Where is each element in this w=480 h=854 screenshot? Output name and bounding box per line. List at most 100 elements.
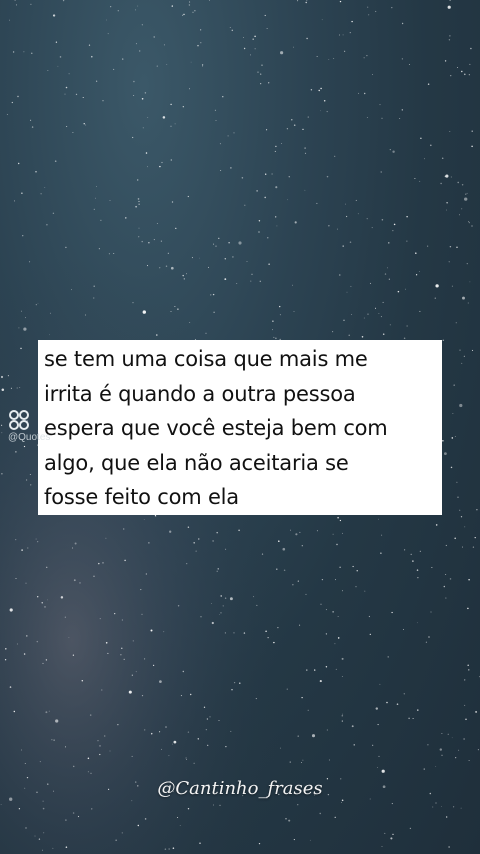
star <box>316 530 318 532</box>
star <box>406 325 408 327</box>
star <box>346 291 348 293</box>
star <box>125 217 127 219</box>
star <box>279 314 281 316</box>
star <box>42 849 43 851</box>
star <box>449 245 452 248</box>
star <box>101 689 103 691</box>
star <box>182 106 184 108</box>
star <box>228 242 230 244</box>
quote-line: fosse feito com ela <box>44 485 239 509</box>
star <box>265 173 267 175</box>
star <box>336 543 338 546</box>
star <box>47 599 48 601</box>
star <box>366 117 368 118</box>
star <box>246 261 248 263</box>
star <box>144 729 146 731</box>
star <box>107 33 109 35</box>
star <box>53 739 55 741</box>
star <box>470 47 472 50</box>
quote-text: se tem uma coisa que mais me irrita é qu… <box>44 342 436 515</box>
star <box>448 39 451 41</box>
star <box>65 819 67 821</box>
star <box>388 278 390 280</box>
star <box>163 44 165 46</box>
star <box>259 280 262 283</box>
star <box>456 481 458 483</box>
star <box>418 271 420 272</box>
star <box>188 4 191 6</box>
star <box>367 6 369 8</box>
star <box>133 94 135 96</box>
star <box>349 241 352 243</box>
star <box>30 484 32 486</box>
star <box>210 294 212 296</box>
star <box>294 221 297 224</box>
star <box>448 261 450 263</box>
star <box>268 263 270 265</box>
star <box>309 839 311 841</box>
star <box>341 676 343 677</box>
star <box>131 800 133 802</box>
star <box>93 575 95 577</box>
star <box>417 577 419 579</box>
star <box>55 41 58 43</box>
star <box>233 632 235 634</box>
star <box>435 802 437 804</box>
star <box>109 200 111 201</box>
star <box>187 731 190 733</box>
star <box>461 208 463 210</box>
star <box>454 537 456 540</box>
star <box>151 732 153 735</box>
star <box>335 668 337 670</box>
star <box>446 816 448 818</box>
star <box>416 569 419 571</box>
star <box>256 190 258 192</box>
star <box>180 695 182 697</box>
star <box>26 635 28 637</box>
star <box>143 518 145 520</box>
star <box>460 516 463 518</box>
star <box>285 818 287 820</box>
star <box>217 568 219 570</box>
star <box>457 67 459 68</box>
star <box>469 281 471 283</box>
star <box>299 624 301 626</box>
star <box>368 14 370 16</box>
star <box>467 664 469 667</box>
star <box>428 636 430 638</box>
star <box>465 718 467 721</box>
star <box>320 603 322 605</box>
star <box>381 769 385 773</box>
star <box>145 573 147 575</box>
star <box>173 740 177 744</box>
star <box>273 641 275 644</box>
star <box>113 68 115 70</box>
star <box>297 580 299 582</box>
star <box>22 235 24 237</box>
star <box>153 36 155 38</box>
star <box>122 58 124 60</box>
star <box>42 807 45 810</box>
star <box>165 265 168 268</box>
star <box>406 216 408 218</box>
star <box>213 243 215 245</box>
star <box>461 362 463 364</box>
star <box>229 597 233 601</box>
star <box>9 686 12 688</box>
star <box>106 19 107 21</box>
star <box>81 680 84 682</box>
star <box>468 760 470 762</box>
star <box>218 237 220 239</box>
star <box>0 375 4 379</box>
star <box>275 337 277 340</box>
star <box>161 161 163 164</box>
star <box>212 540 214 542</box>
star <box>170 266 174 270</box>
star <box>31 52 33 54</box>
star <box>137 179 139 181</box>
star <box>456 246 458 248</box>
star <box>145 152 148 154</box>
star <box>219 143 221 145</box>
star <box>423 768 425 770</box>
star <box>249 54 252 56</box>
